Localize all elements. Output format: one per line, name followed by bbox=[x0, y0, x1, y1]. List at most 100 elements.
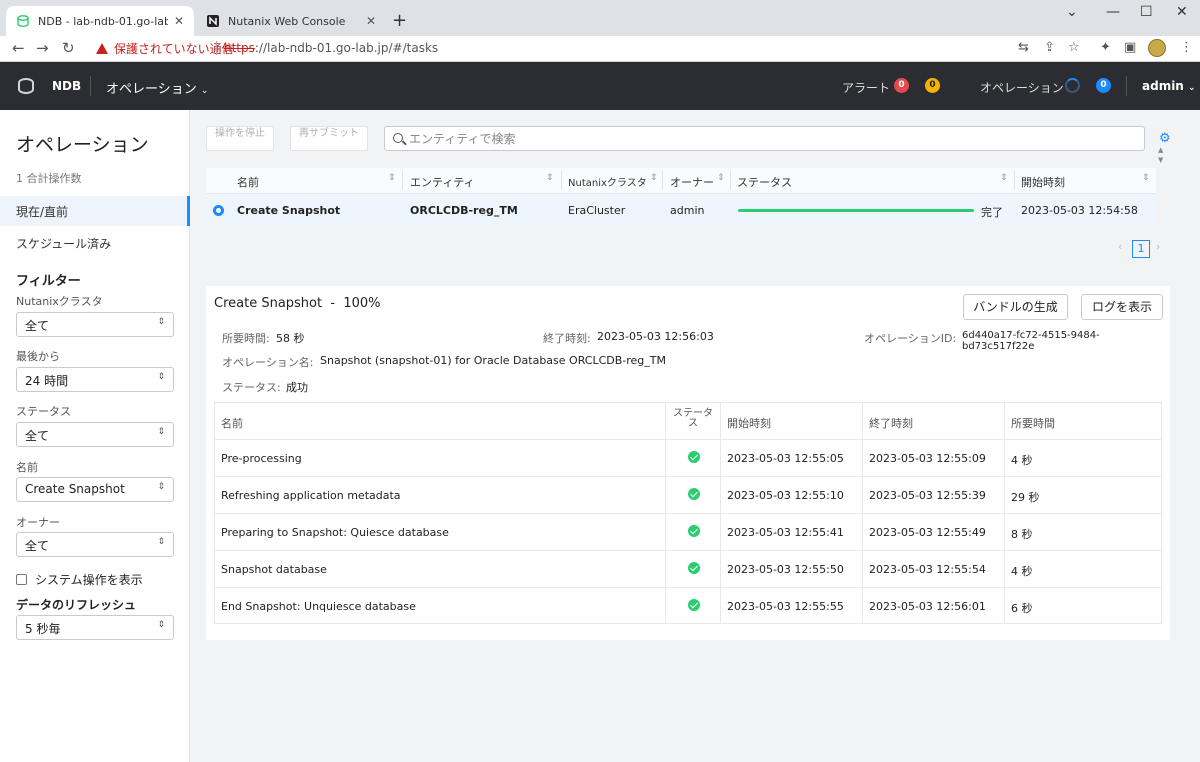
filter-value: 全て bbox=[25, 539, 50, 553]
step-col-end: 終了時刻 bbox=[869, 417, 913, 430]
filter-status-select[interactable]: 全て ⇕ bbox=[16, 422, 174, 447]
sort-icon[interactable]: ⇕ bbox=[1000, 173, 1008, 183]
filter-label-owner: オーナー bbox=[16, 516, 60, 529]
col-status[interactable]: ステータス bbox=[737, 174, 792, 190]
sidebar-item-current[interactable]: 現在/直前 bbox=[0, 196, 190, 226]
success-check-icon bbox=[688, 599, 700, 611]
operation-id-value: 6d440a17-fc72-4515-9484-bd73c517f22e bbox=[962, 330, 1100, 352]
tab-search-chevron-icon[interactable]: ⌄ bbox=[1066, 4, 1078, 20]
tab-close-icon[interactable]: ✕ bbox=[174, 14, 184, 28]
critical-alerts-badge[interactable]: 0 bbox=[894, 78, 909, 93]
browser-tab-bar: NDB - lab-ndb-01.go-lab.jp - オペ ✕ Nutani… bbox=[0, 0, 1200, 36]
extensions-icon[interactable]: ✦ bbox=[1100, 40, 1111, 55]
table-scroll-arrows-icon[interactable]: ▲ ▼ bbox=[1158, 145, 1163, 165]
security-warning[interactable]: 保護されていない通信 bbox=[96, 40, 234, 57]
close-window-icon[interactable]: ✕ bbox=[1176, 4, 1188, 20]
translate-icon[interactable]: ⇆ bbox=[1018, 40, 1029, 55]
side-panel-icon[interactable]: ▣ bbox=[1124, 40, 1136, 55]
forward-icon[interactable]: → bbox=[36, 39, 49, 57]
browser-tab-nutanix[interactable]: Nutanix Web Console ✕ bbox=[196, 6, 386, 36]
step-duration: 6 秒 bbox=[1011, 602, 1033, 615]
url-field[interactable]: https://lab-ndb-01.go-lab.jp/#/tasks bbox=[224, 41, 438, 55]
resubmit-button[interactable]: 再サブミット bbox=[290, 126, 368, 151]
profile-avatar[interactable] bbox=[1148, 39, 1166, 57]
step-end: 2023-05-03 12:55:49 bbox=[869, 526, 986, 539]
operations-count-badge[interactable]: 0 bbox=[1096, 78, 1111, 93]
page-title: オペレーション bbox=[16, 134, 149, 156]
sort-icon[interactable]: ⇕ bbox=[650, 173, 658, 183]
reload-icon[interactable]: ↻ bbox=[62, 39, 75, 57]
step-name: End Snapshot: Unquiesce database bbox=[221, 600, 416, 613]
bookmark-star-icon[interactable]: ☆ bbox=[1068, 40, 1080, 55]
op-name[interactable]: Create Snapshot bbox=[237, 204, 340, 217]
search-input[interactable] bbox=[409, 130, 1109, 148]
current-page[interactable]: 1 bbox=[1132, 240, 1150, 258]
gear-icon[interactable]: ⚙ bbox=[1159, 131, 1171, 146]
step-name: Snapshot database bbox=[221, 563, 327, 576]
step-col-name: 名前 bbox=[221, 417, 243, 430]
sort-icon[interactable]: ⇕ bbox=[717, 173, 725, 183]
op-entity[interactable]: ORCLCDB-reg_TM bbox=[410, 204, 518, 217]
tab-title: NDB - lab-ndb-01.go-lab.jp - オペ bbox=[38, 15, 168, 28]
sort-icon[interactable]: ⇕ bbox=[1142, 173, 1150, 183]
browser-menu-icon[interactable]: ⋮ bbox=[1180, 40, 1193, 55]
col-name[interactable]: 名前 bbox=[237, 174, 259, 190]
step-name: Refreshing application metadata bbox=[221, 489, 401, 502]
col-cluster[interactable]: Nutanixクラスタ bbox=[568, 174, 647, 189]
tab-close-icon[interactable]: ✕ bbox=[366, 14, 376, 28]
col-divider bbox=[561, 171, 562, 190]
operations-status-label[interactable]: オペレーション bbox=[980, 79, 1064, 96]
alerts-label[interactable]: アラート bbox=[842, 79, 890, 96]
step-duration: 29 秒 bbox=[1011, 491, 1040, 504]
select-caret-icon: ⇕ bbox=[157, 537, 165, 547]
status-value: 成功 bbox=[286, 381, 308, 394]
col-divider bbox=[662, 171, 663, 190]
nutanix-favicon-icon bbox=[207, 15, 219, 27]
end-time-label: 終了時刻: bbox=[543, 332, 591, 345]
filter-owner-select[interactable]: 全て ⇕ bbox=[16, 532, 174, 557]
new-tab-icon[interactable]: + bbox=[392, 10, 407, 31]
filter-cluster-select[interactable]: 全て ⇕ bbox=[16, 312, 174, 337]
success-check-icon bbox=[688, 488, 700, 500]
operation-details-panel: Create Snapshot - 100% バンドルの生成 ログを表示 所要時… bbox=[206, 286, 1170, 640]
col-entity[interactable]: エンティティ bbox=[410, 174, 475, 190]
row-select-radio[interactable] bbox=[213, 205, 224, 216]
table-row: Preparing to Snapshot: Quiesce database … bbox=[215, 514, 1161, 551]
back-icon[interactable]: ← bbox=[12, 39, 25, 57]
show-system-ops-checkbox[interactable]: システム操作を表示 bbox=[16, 571, 143, 588]
stop-operation-button[interactable]: 操作を停止 bbox=[206, 126, 274, 151]
select-caret-icon: ⇕ bbox=[157, 427, 165, 437]
share-icon[interactable]: ⇪ bbox=[1044, 40, 1055, 55]
prev-page-icon[interactable]: ‹ bbox=[1118, 240, 1122, 253]
refresh-interval-select[interactable]: 5 秒毎 ⇕ bbox=[16, 615, 174, 640]
warning-alerts-badge[interactable]: 0 bbox=[925, 78, 940, 93]
user-menu[interactable]: admin ⌄ bbox=[1142, 79, 1196, 93]
filter-since-select[interactable]: 24 時間 ⇕ bbox=[16, 367, 174, 392]
view-logs-button[interactable]: ログを表示 bbox=[1081, 294, 1163, 320]
col-start[interactable]: 開始時刻 bbox=[1021, 174, 1065, 190]
step-name: Pre-processing bbox=[221, 452, 302, 465]
col-owner[interactable]: オーナー bbox=[670, 174, 714, 190]
minimize-icon[interactable]: — bbox=[1106, 4, 1120, 20]
maximize-icon[interactable]: ☐ bbox=[1140, 4, 1153, 20]
brand-label[interactable]: NDB bbox=[52, 79, 81, 93]
filter-label-name: 名前 bbox=[16, 461, 38, 474]
step-start: 2023-05-03 12:55:55 bbox=[727, 600, 844, 613]
checkbox-box[interactable] bbox=[16, 574, 27, 585]
table-row[interactable]: Create Snapshot ORCLCDB-reg_TM EraCluste… bbox=[206, 195, 1156, 225]
sort-icon[interactable]: ⇕ bbox=[388, 173, 396, 183]
select-caret-icon: ⇕ bbox=[157, 620, 165, 630]
generate-bundle-button[interactable]: バンドルの生成 bbox=[963, 294, 1068, 320]
filter-value: 全て bbox=[25, 429, 50, 443]
step-end: 2023-05-03 12:55:09 bbox=[869, 452, 986, 465]
next-page-icon[interactable]: › bbox=[1156, 240, 1160, 253]
operations-menu-label: オペレーション bbox=[106, 82, 197, 97]
filter-name-select[interactable]: Create Snapshot ⇕ bbox=[16, 477, 174, 502]
entity-search[interactable] bbox=[384, 126, 1145, 151]
warning-icon bbox=[96, 43, 108, 54]
sidebar-item-scheduled[interactable]: スケジュール済み bbox=[0, 228, 190, 258]
header-divider bbox=[1126, 76, 1127, 96]
browser-tab-ndb[interactable]: NDB - lab-ndb-01.go-lab.jp - オペ ✕ bbox=[6, 6, 194, 36]
sort-icon[interactable]: ⇕ bbox=[546, 173, 554, 183]
operations-menu[interactable]: オペレーション ⌄ bbox=[106, 78, 208, 97]
